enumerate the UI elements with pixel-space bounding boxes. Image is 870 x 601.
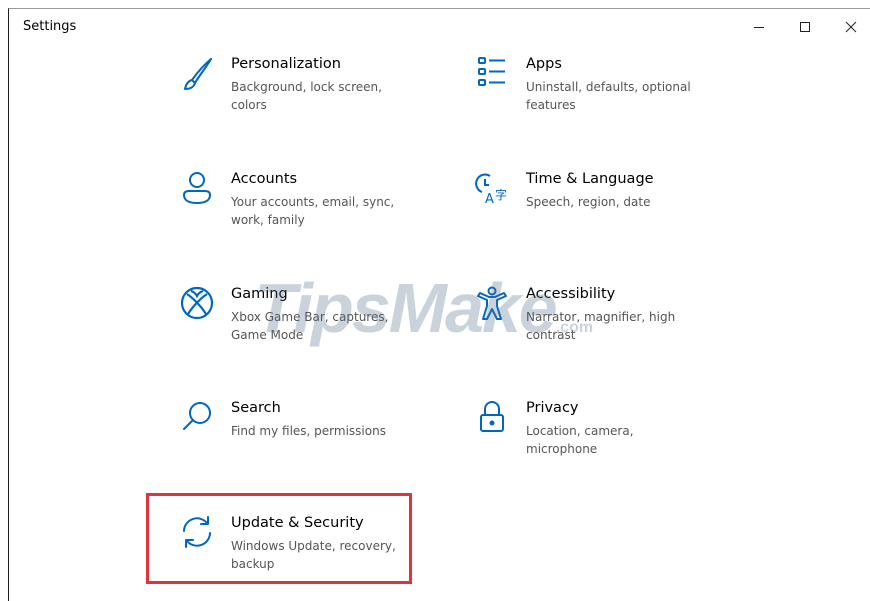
tile-description: Narrator, magnifier, high contrast [526, 310, 676, 342]
minimize-icon [754, 27, 764, 28]
tile-accounts[interactable]: Accounts Your accounts, email, sync, wor… [175, 171, 415, 251]
search-icon [175, 400, 219, 444]
tile-description: Xbox Game Bar, captures, Game Mode [231, 310, 389, 342]
tile-apps[interactable]: Apps Uninstall, defaults, optional featu… [470, 56, 710, 136]
brush-icon [175, 56, 219, 100]
xbox-icon [175, 286, 219, 330]
svg-text:A: A [485, 192, 494, 207]
tile-name: Time & Language [526, 171, 654, 187]
tile-description: Your accounts, email, sync, work, family [231, 195, 395, 227]
settings-window: Settings [8, 8, 870, 601]
tile-update-security[interactable]: Update & Security Windows Update, recove… [175, 515, 415, 595]
tile-description: Find my files, permissions [231, 424, 386, 438]
tile-name: Gaming [231, 286, 288, 302]
tile-name: Accessibility [526, 286, 616, 302]
tile-description: Windows Update, recovery, backup [231, 539, 396, 571]
lock-icon [470, 400, 514, 444]
apps-list-icon [470, 56, 514, 100]
tile-name: Search [231, 400, 281, 416]
window-title: Settings [23, 19, 77, 34]
tile-time-language[interactable]: A 字 Time & Language Speech, region, date [470, 171, 710, 251]
person-icon [175, 171, 219, 215]
tile-name: Apps [526, 56, 562, 72]
tile-description: Speech, region, date [526, 195, 651, 209]
accessibility-icon [470, 286, 514, 330]
close-icon [845, 21, 857, 33]
tile-name: Accounts [231, 171, 298, 187]
maximize-button[interactable] [783, 9, 827, 45]
tile-description: Uninstall, defaults, optional features [526, 80, 691, 112]
close-button[interactable] [829, 9, 870, 45]
maximize-icon [800, 22, 810, 32]
tile-description: Background, lock screen, colors [231, 80, 382, 112]
tile-personalization[interactable]: Personalization Background, lock screen,… [175, 56, 415, 136]
tile-search[interactable]: Search Find my files, permissions [175, 400, 415, 480]
tile-name: Update & Security [231, 515, 364, 531]
tile-description: Location, camera, microphone [526, 424, 634, 456]
time-language-icon: A 字 [470, 171, 514, 215]
title-bar: Settings [9, 9, 870, 45]
tile-privacy[interactable]: Privacy Location, camera, microphone [470, 400, 710, 480]
tile-name: Privacy [526, 400, 579, 416]
tile-accessibility[interactable]: Accessibility Narrator, magnifier, high … [470, 286, 710, 366]
sync-icon [175, 515, 219, 559]
tile-gaming[interactable]: Gaming Xbox Game Bar, captures, Game Mod… [175, 286, 415, 366]
minimize-button[interactable] [737, 9, 781, 45]
svg-text:字: 字 [495, 187, 507, 202]
tile-name: Personalization [231, 56, 341, 72]
